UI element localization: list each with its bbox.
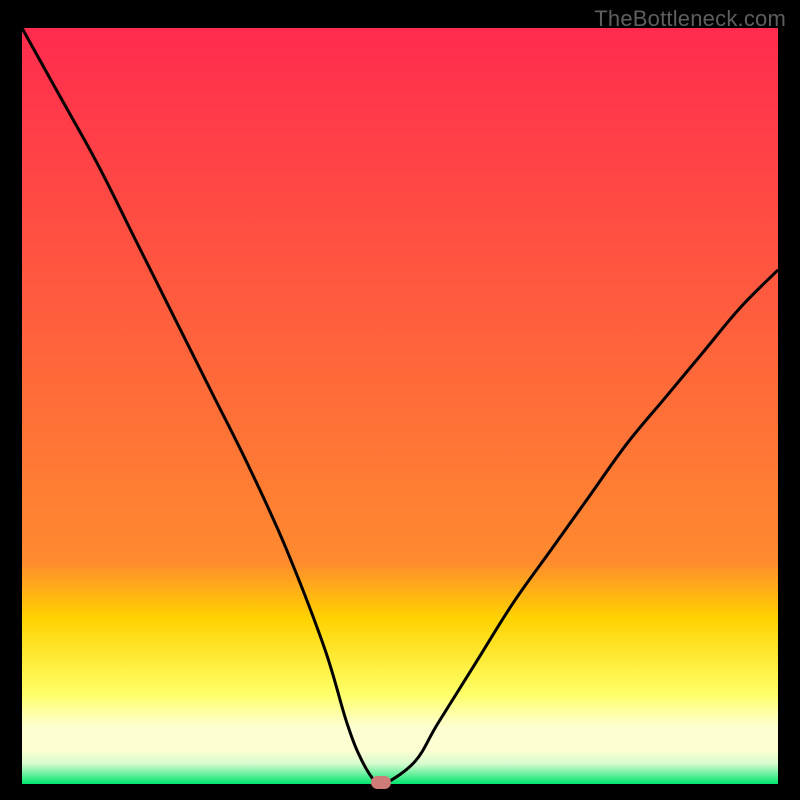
bottleneck-chart (22, 28, 778, 784)
gradient-background (22, 28, 778, 784)
chart-frame (22, 28, 778, 784)
optimal-point-marker (371, 776, 391, 789)
